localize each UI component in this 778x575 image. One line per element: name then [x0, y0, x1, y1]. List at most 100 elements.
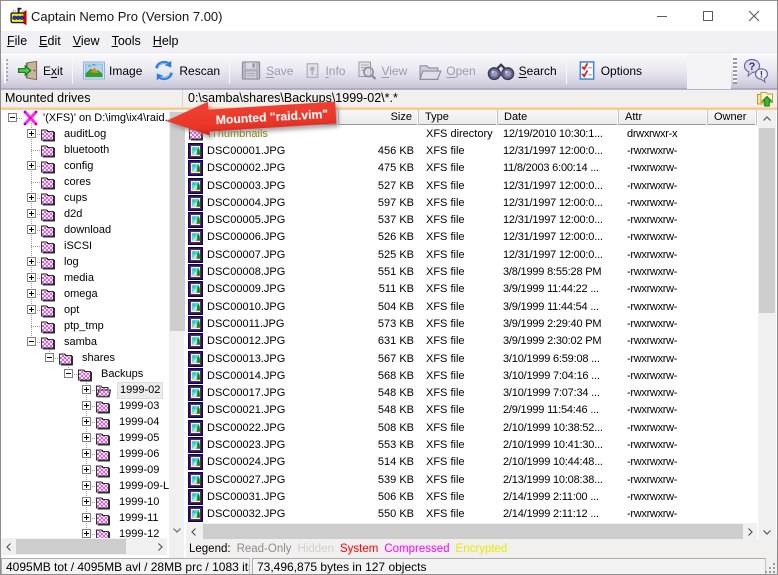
tree-expand-button[interactable]: [27, 273, 36, 282]
file-row[interactable]: DSC00022.JPG508 KBXFS file2/10/1999 10:3…: [186, 419, 757, 436]
tree-expand-button[interactable]: [82, 417, 91, 426]
tree-item-omega[interactable]: omega: [40, 286, 100, 302]
file-row[interactable]: DSC00007.JPG525 KBXFS file12/31/1997 12:…: [186, 246, 757, 263]
maximize-button[interactable]: [685, 1, 731, 31]
toolbar-grip[interactable]: [4, 59, 11, 83]
help-button[interactable]: [740, 55, 772, 87]
view-button[interactable]: View: [350, 55, 412, 87]
folder-up-icon[interactable]: [756, 90, 774, 107]
tree-item-1999-03[interactable]: 1999-03: [95, 398, 161, 414]
file-row[interactable]: DSC00013.JPG567 KBXFS file3/10/1999 6:59…: [186, 350, 757, 367]
menu-view[interactable]: View: [67, 31, 106, 52]
file-row[interactable]: DSC00002.JPG475 KBXFS file11/8/2003 6:00…: [186, 160, 757, 177]
list-horizontal-scrollbar[interactable]: [186, 523, 757, 540]
tree-expand-button[interactable]: [27, 129, 36, 138]
tree-item-opt[interactable]: opt: [40, 302, 81, 318]
file-row[interactable]: DSC00032.JPG550 KBXFS file2/14/1999 2:11…: [186, 506, 757, 523]
tree-item-1999-02[interactable]: 1999-02: [95, 382, 162, 398]
tree-expand-button[interactable]: [27, 209, 36, 218]
rescan-button[interactable]: Rescan: [147, 55, 225, 87]
file-row[interactable]: DSC00006.JPG526 KBXFS file12/31/1997 12:…: [186, 229, 757, 246]
file-row[interactable]: DSC00001.JPG456 KBXFS file12/31/1997 12:…: [186, 142, 757, 159]
tree-item-iscsi[interactable]: iSCSI: [40, 238, 94, 254]
file-row[interactable]: DSC00005.JPG537 KBXFS file12/31/1997 12:…: [186, 211, 757, 228]
options-button[interactable]: Options: [571, 55, 647, 87]
tree-item-log[interactable]: log: [40, 254, 81, 270]
tree-item-1999-11[interactable]: 1999-11: [95, 510, 161, 526]
file-row[interactable]: DSC00027.JPG539 KBXFS file2/13/1999 10:0…: [186, 471, 757, 488]
tree-item-ptp-tmp[interactable]: ptp_tmp: [40, 318, 106, 334]
tree-expand-button[interactable]: [82, 529, 91, 538]
tree-item-1999-06[interactable]: 1999-06: [95, 446, 161, 462]
exit-button[interactable]: Exit: [11, 55, 68, 87]
tree-item-d2d[interactable]: d2d: [40, 206, 84, 222]
file-row[interactable]: DSC00003.JPG527 KBXFS file12/31/1997 12:…: [186, 177, 757, 194]
file-row[interactable]: DSC00014.JPG568 KBXFS file3/10/1999 7:04…: [186, 367, 757, 384]
tree-expand-button[interactable]: [82, 401, 91, 410]
file-row[interactable]: DSC00031.JPG506 KBXFS file2/14/1999 2:11…: [186, 488, 757, 505]
tree-item-cups[interactable]: cups: [40, 190, 89, 206]
resize-grip[interactable]: [763, 561, 776, 574]
open-button[interactable]: Open: [412, 55, 480, 87]
tree-expand-button[interactable]: [82, 513, 91, 522]
tree-vertical-scrollbar[interactable]: [169, 110, 184, 538]
close-button[interactable]: [731, 1, 777, 31]
image-button[interactable]: Image: [77, 55, 147, 87]
tree-item-auditlog[interactable]: auditLog: [40, 126, 108, 142]
tree-expand-button[interactable]: [82, 497, 91, 506]
menu-edit[interactable]: Edit: [33, 31, 67, 52]
tree-expand-button[interactable]: [27, 161, 36, 170]
tree-item-bluetooth[interactable]: bluetooth: [40, 142, 111, 158]
tree-item-cores[interactable]: cores: [40, 174, 93, 190]
tree-item-config[interactable]: config: [40, 158, 95, 174]
tree-item-1999-05[interactable]: 1999-05: [95, 430, 161, 446]
tree-collapse-button[interactable]: [8, 113, 17, 122]
tree-expand-button[interactable]: [27, 193, 36, 202]
file-row[interactable]: DSC00004.JPG597 KBXFS file12/31/1997 12:…: [186, 194, 757, 211]
file-row[interactable]: DSC00008.JPG551 KBXFS file3/8/1999 8:55:…: [186, 263, 757, 280]
column-header-size[interactable]: Size: [339, 110, 419, 125]
tree-expand-button[interactable]: [27, 305, 36, 314]
menu-help[interactable]: Help: [147, 31, 185, 52]
tree-item-media[interactable]: media: [40, 270, 96, 286]
help-toolbar-grip[interactable]: [733, 58, 740, 84]
column-header-name[interactable]: Name: [186, 110, 339, 125]
file-row[interactable]: DSC00017.JPG548 KBXFS file3/10/1999 7:07…: [186, 384, 757, 401]
tree-horizontal-scrollbar[interactable]: [1, 538, 167, 555]
tree-expand-button[interactable]: [27, 257, 36, 266]
file-row[interactable]: DSC00009.JPG511 KBXFS file3/9/1999 11:44…: [186, 281, 757, 298]
tree-expand-button[interactable]: [27, 225, 36, 234]
tree-expand-button[interactable]: [82, 433, 91, 442]
tree-expand-button[interactable]: [82, 465, 91, 474]
tree-item-1999-09-l[interactable]: 1999-09-L: [95, 478, 169, 494]
tree-expand-button[interactable]: [82, 385, 91, 394]
tree-collapse-button[interactable]: [64, 369, 73, 378]
file-row[interactable]: DSC00023.JPG553 KBXFS file2/10/1999 10:4…: [186, 436, 757, 453]
file-row[interactable]: DSC00011.JPG573 KBXFS file3/9/1999 2:29:…: [186, 315, 757, 332]
file-row[interactable]: DSC00010.JPG504 KBXFS file3/9/1999 11:44…: [186, 298, 757, 315]
tree-item-1999-10[interactable]: 1999-10: [95, 494, 161, 510]
tree-item-shares[interactable]: shares: [58, 350, 117, 366]
file-row[interactable]: .ThumbnailsXFS directory12/19/2010 10:30…: [186, 125, 757, 142]
tree-item-1999-12[interactable]: 1999-12: [95, 526, 161, 538]
tree-item-1999-09[interactable]: 1999-09: [95, 462, 161, 478]
menu-tools[interactable]: Tools: [106, 31, 147, 52]
tree-item-samba[interactable]: samba: [40, 334, 99, 350]
save-button[interactable]: Save: [234, 55, 298, 87]
tree-item--xfs-on-d-img-ix4-raid-[interactable]: '(XFS)' on D:\img\ix4\raid.: [23, 110, 169, 126]
info-button[interactable]: Info: [298, 55, 350, 87]
file-row[interactable]: DSC00012.JPG631 KBXFS file3/9/1999 2:30:…: [186, 333, 757, 350]
column-header-type[interactable]: Type: [419, 110, 498, 125]
tree-item-backups[interactable]: Backups: [77, 366, 145, 382]
column-header-attr[interactable]: Attr: [619, 110, 708, 125]
file-row[interactable]: DSC00021.JPG548 KBXFS file2/9/1999 11:54…: [186, 402, 757, 419]
tree-item-1999-04[interactable]: 1999-04: [95, 414, 161, 430]
tree-collapse-button[interactable]: [27, 337, 36, 346]
tree-item-download[interactable]: download: [40, 222, 113, 238]
file-row[interactable]: DSC00024.JPG514 KBXFS file2/10/1999 10:4…: [186, 454, 757, 471]
tree-expand-button[interactable]: [82, 449, 91, 458]
menu-file[interactable]: File: [1, 31, 33, 52]
list-vertical-scrollbar[interactable]: [758, 110, 776, 540]
tree-expand-button[interactable]: [82, 481, 91, 490]
column-header-date[interactable]: Date: [498, 110, 619, 125]
